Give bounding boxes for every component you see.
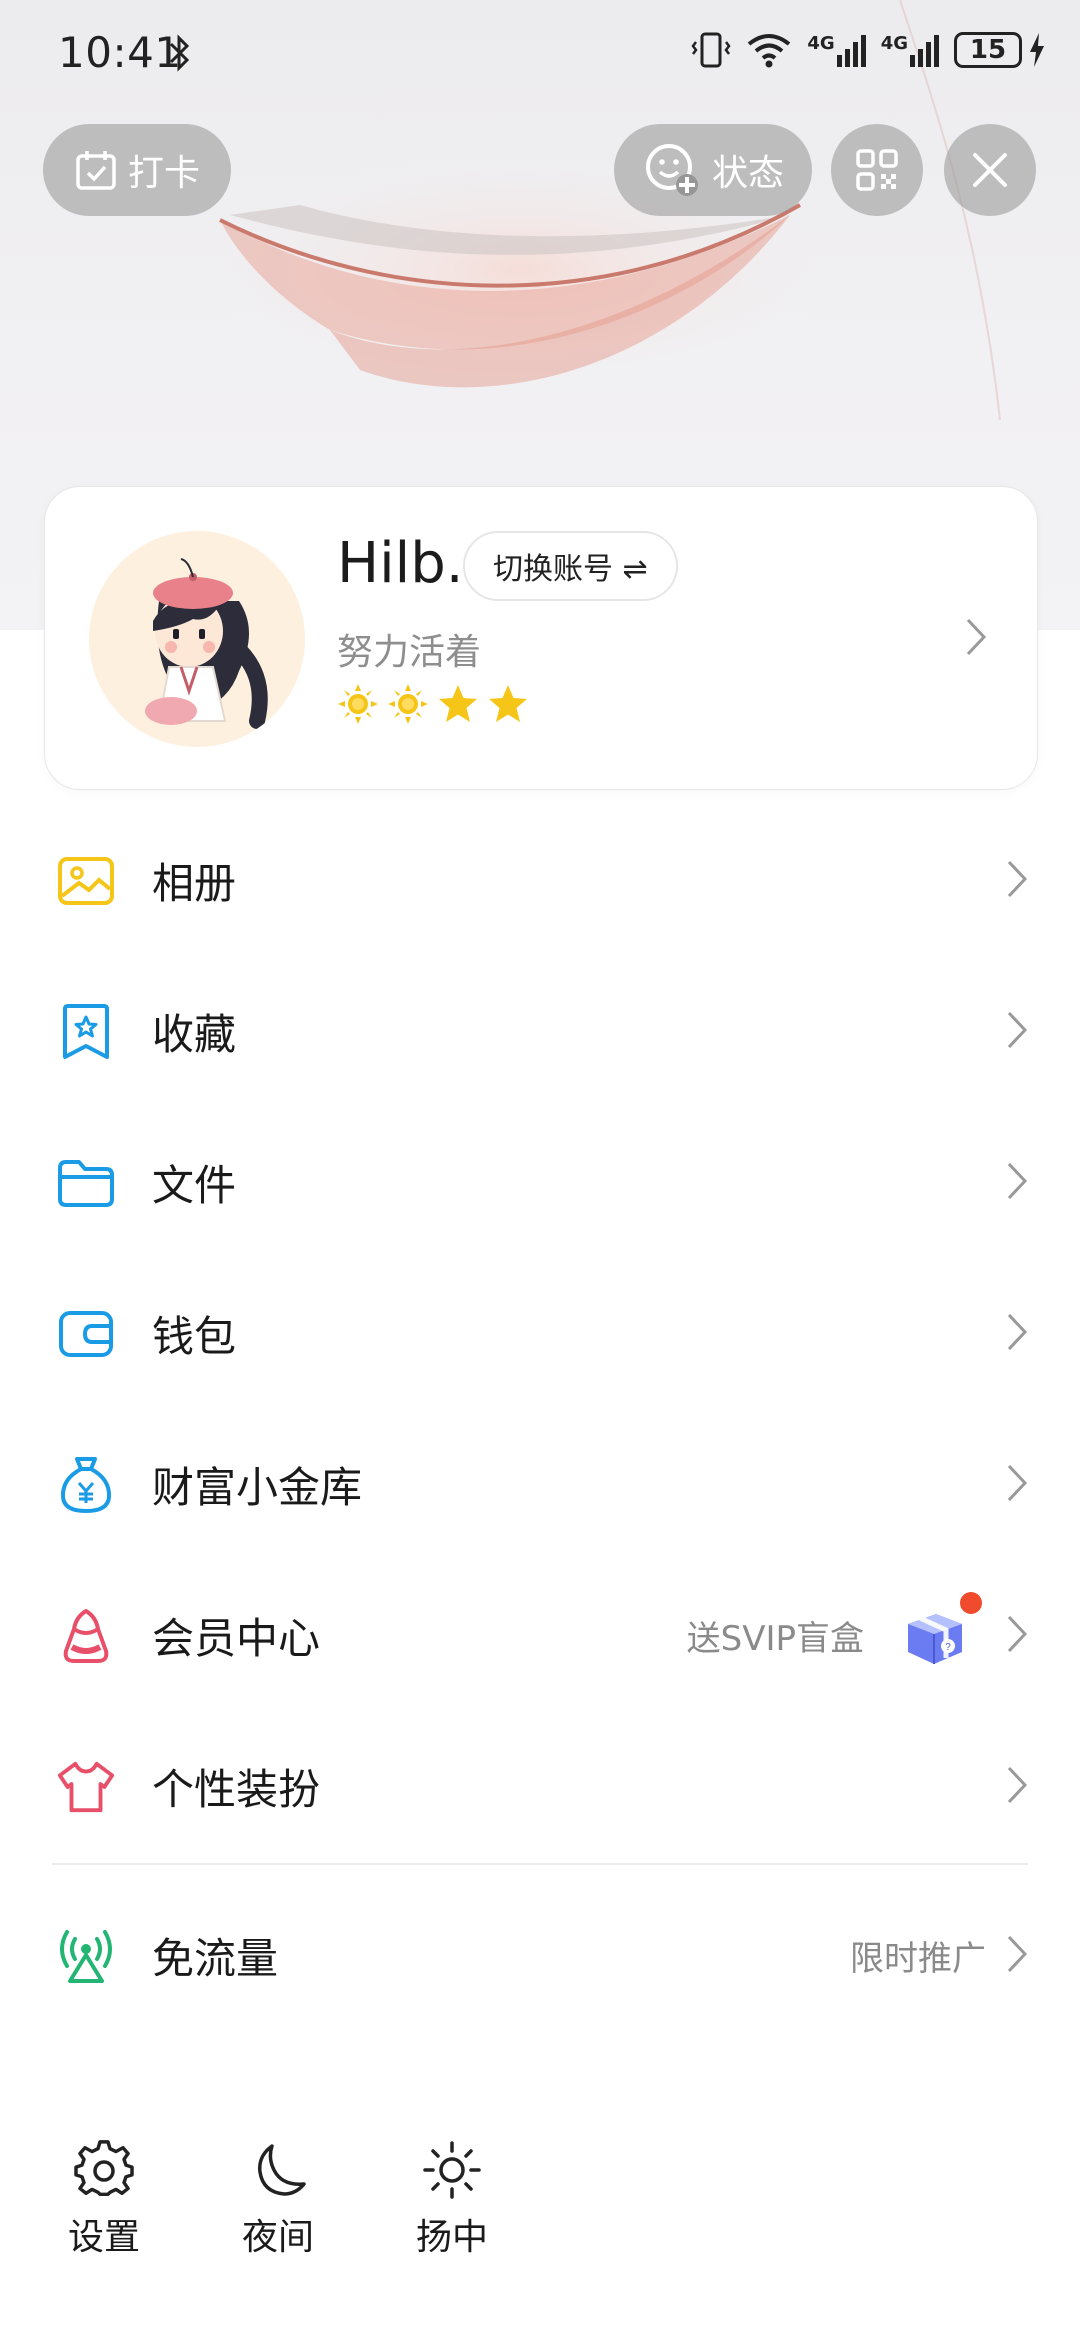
- close-icon: [973, 153, 1007, 187]
- sun-icon: [338, 684, 378, 724]
- avatar[interactable]: [89, 531, 305, 747]
- checkin-button[interactable]: 打卡: [43, 124, 231, 216]
- night-mode-button[interactable]: 夜间: [218, 2140, 338, 2260]
- menu-item-wealth-vault[interactable]: 财富小金库: [0, 1409, 1080, 1560]
- menu-item-personal-dress-up[interactable]: 个性装扮: [0, 1711, 1080, 1862]
- star-icon: [439, 685, 477, 722]
- menu-label: 财富小金库: [152, 1463, 363, 1512]
- vip-crown-icon: [56, 1606, 116, 1666]
- menu-item-album[interactable]: 相册: [0, 805, 1080, 956]
- bottom-bar: 设置 夜间 扬中: [0, 2140, 1080, 2280]
- divider: [52, 1863, 1028, 1865]
- status-icons: 4G 4G 15: [691, 30, 1046, 70]
- notification-dot: [960, 1592, 982, 1614]
- weather-location-label: 扬中: [415, 2217, 488, 2258]
- checkin-label: 打卡: [127, 153, 200, 194]
- menu-label: 钱包: [152, 1312, 237, 1361]
- nickname: Hilb.: [337, 531, 464, 596]
- settings-label: 设置: [67, 2217, 140, 2258]
- wallet-icon: [56, 1304, 116, 1364]
- battery-level: 15: [954, 32, 1022, 68]
- svg-text:?: ?: [945, 1642, 951, 1653]
- night-label: 夜间: [241, 2217, 314, 2258]
- add-status-icon: [645, 144, 698, 196]
- battery-indicator: 15: [954, 32, 1046, 68]
- weather-button[interactable]: 扬中: [392, 2140, 512, 2260]
- menu-label: 收藏: [152, 1010, 237, 1059]
- qr-code-icon: [856, 149, 898, 191]
- qr-code-button[interactable]: [831, 124, 923, 216]
- calendar-check-icon: [76, 151, 116, 190]
- avatar-illustration: [145, 558, 268, 729]
- status-button[interactable]: 状态: [614, 124, 812, 216]
- menu-label: 个性装扮: [152, 1765, 321, 1814]
- menu-list: 相册 收藏 文件 钱包 财富小金库 会员中心 送SVIP盲盒 ? 个性装扮: [0, 805, 1080, 1862]
- svip-promo-text: 送SVIP盲盒: [686, 1619, 864, 1659]
- clock: 10:41: [58, 28, 182, 77]
- tshirt-icon: [56, 1757, 116, 1817]
- favorites-icon: [56, 1002, 116, 1062]
- gift-box-icon: ?: [902, 1592, 982, 1668]
- menu-item-vip-center[interactable]: 会员中心 送SVIP盲盒 ?: [0, 1560, 1080, 1711]
- vibrate-icon: [691, 32, 731, 68]
- menu-label: 相册: [152, 859, 237, 908]
- settings-button[interactable]: 设置: [44, 2140, 164, 2260]
- star-icon: [489, 685, 527, 722]
- menu-item-wallet[interactable]: 钱包: [0, 1258, 1080, 1409]
- chevron-right-icon: [1006, 1161, 1028, 1205]
- status-bar: 10:41 4G 4G 15: [0, 0, 1080, 108]
- signature: 努力活着: [337, 632, 482, 673]
- cellular-signal-1: 4G: [807, 33, 866, 67]
- chevron-right-icon: [1006, 1934, 1028, 1978]
- menu-label: 会员中心: [152, 1614, 321, 1663]
- chevron-right-icon: [1006, 1463, 1028, 1507]
- charging-icon: [1030, 33, 1044, 67]
- chevron-right-icon: [1006, 1312, 1028, 1356]
- chevron-right-icon: [965, 617, 987, 661]
- close-button[interactable]: [944, 124, 1036, 216]
- chevron-right-icon: [1006, 1010, 1028, 1054]
- bluetooth-icon: [168, 34, 190, 76]
- limited-promo-text: 限时推广: [850, 1939, 986, 1979]
- menu-label: 文件: [152, 1161, 237, 1210]
- chevron-right-icon: [1006, 1614, 1028, 1658]
- wifi-icon: [748, 34, 791, 68]
- menu-item-files[interactable]: 文件: [0, 1107, 1080, 1258]
- menu-item-free-data[interactable]: 免流量 限时推广: [0, 1880, 1080, 2031]
- status-label: 状态: [711, 153, 784, 194]
- money-bag-icon: [56, 1455, 116, 1515]
- menu-item-favorites[interactable]: 收藏: [0, 956, 1080, 1107]
- cellular-signal-2: 4G: [881, 33, 940, 67]
- profile-card[interactable]: Hilb. 切换账号 ⇌ 努力活着: [44, 486, 1038, 790]
- sun-icon: [388, 684, 428, 724]
- menu-label: 免流量: [152, 1934, 279, 1983]
- level-badges: [337, 683, 529, 725]
- chevron-right-icon: [1006, 859, 1028, 903]
- signal-tower-icon: [56, 1926, 116, 1986]
- album-icon: [56, 851, 116, 911]
- moon-icon: [258, 2144, 306, 2196]
- sun-weather-icon: [423, 2141, 481, 2199]
- chevron-right-icon: [1006, 1765, 1028, 1809]
- folder-icon: [56, 1153, 116, 1213]
- gear-icon: [74, 2140, 134, 2196]
- switch-account-button[interactable]: 切换账号 ⇌: [463, 531, 678, 601]
